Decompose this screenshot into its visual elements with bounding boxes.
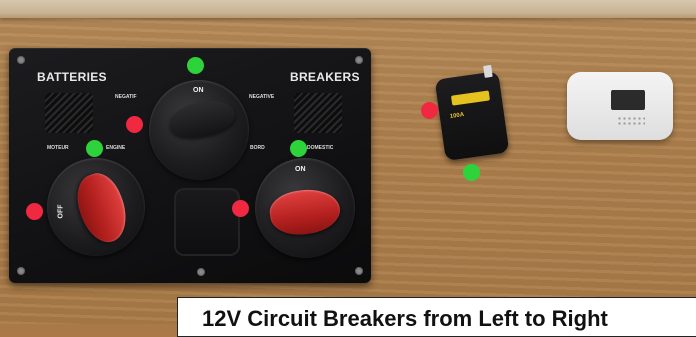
- monitor-screen: [611, 90, 645, 110]
- speaker-grill: [617, 116, 645, 126]
- off-label: OFF: [57, 204, 65, 219]
- engine-battery-switch[interactable]: OFF: [47, 158, 145, 256]
- green-marker: [290, 140, 307, 157]
- breaker-yellow-button[interactable]: [450, 90, 490, 106]
- caption-text: 12V Circuit Breakers from Left to Right: [202, 306, 608, 331]
- bord-label: BORD: [250, 145, 265, 151]
- negatif-label: NEGATIF: [115, 94, 137, 100]
- screw: [17, 267, 25, 275]
- moteur-label: MOTEUR: [47, 145, 69, 151]
- circuit-breaker[interactable]: 100A: [434, 64, 510, 162]
- engine-label: ENGINE: [106, 145, 126, 151]
- engine-switch-knob[interactable]: [69, 167, 135, 249]
- negative-label: NEGATIVE: [249, 94, 275, 100]
- red-marker: [232, 200, 249, 217]
- right-vent: [294, 93, 342, 133]
- screw: [17, 56, 25, 64]
- domestic-switch-knob[interactable]: [267, 185, 343, 239]
- breakers-label: BREAKERS: [290, 70, 360, 84]
- domestic-label: DOMESTIC: [307, 145, 334, 151]
- red-marker: [26, 203, 43, 220]
- batteries-label: BATTERIES: [37, 70, 107, 84]
- on-label-domestic: ON: [295, 166, 306, 173]
- green-marker: [187, 57, 204, 74]
- top-trim: [0, 0, 696, 18]
- green-marker: [86, 140, 103, 157]
- blank-plate: [174, 188, 240, 256]
- battery-monitor-device: [567, 72, 673, 140]
- screw: [197, 268, 205, 276]
- green-marker: [463, 164, 480, 181]
- screw: [355, 56, 363, 64]
- breaker-rating-label: 100A: [449, 112, 465, 121]
- negative-switch-knob[interactable]: [166, 95, 238, 143]
- red-marker: [421, 102, 438, 119]
- reset-lever[interactable]: [483, 64, 493, 78]
- caption-box: 12V Circuit Breakers from Left to Right: [177, 297, 696, 337]
- red-marker: [126, 116, 143, 133]
- domestic-battery-switch[interactable]: ON: [255, 158, 355, 258]
- battery-switch-panel: BATTERIES BREAKERS NEGATIF NEGATIVE MOTE…: [9, 48, 371, 283]
- on-label: ON: [193, 87, 204, 94]
- left-vent: [45, 93, 93, 133]
- screw: [355, 267, 363, 275]
- negative-switch[interactable]: ON: [149, 80, 249, 180]
